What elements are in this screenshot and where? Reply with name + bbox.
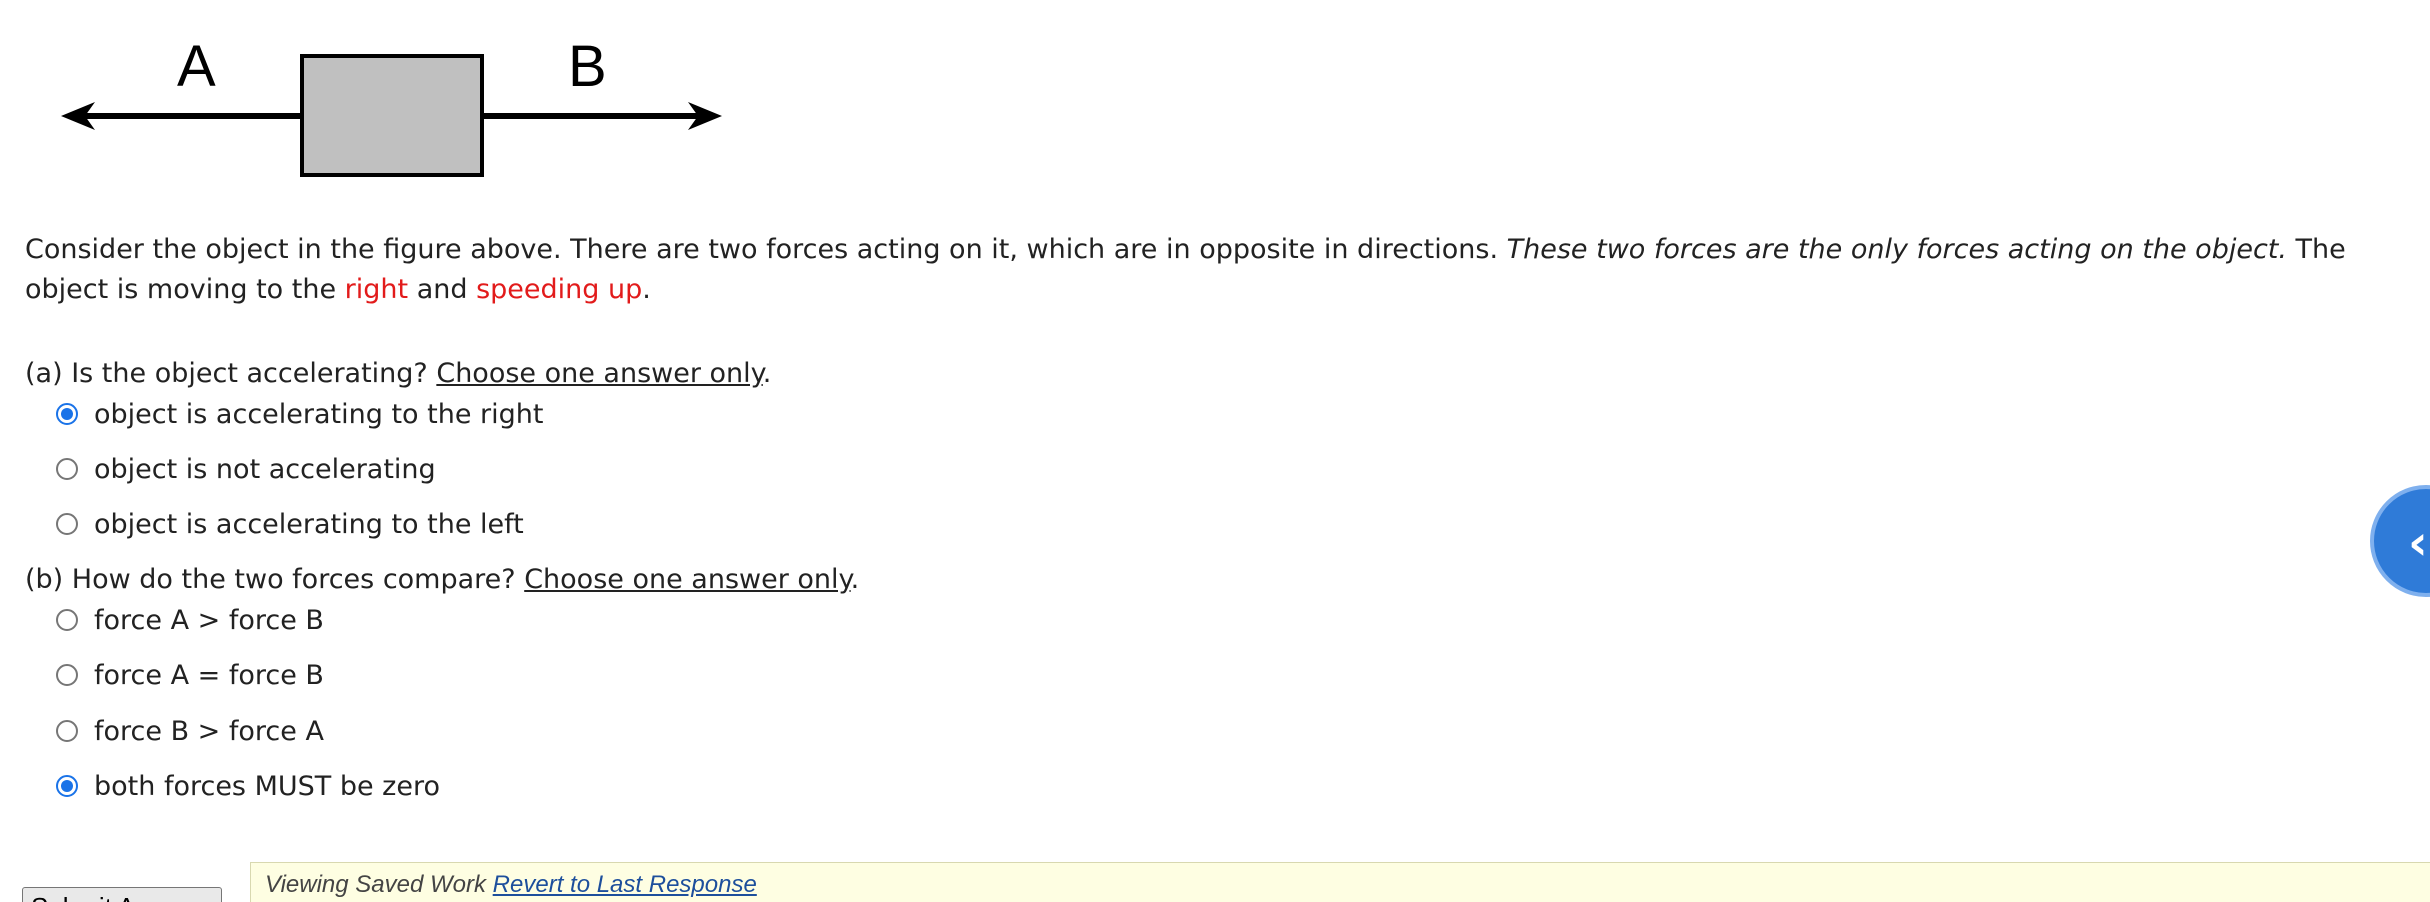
option-b-equal[interactable]: force A = force B (56, 655, 324, 695)
option-label: object is accelerating to the right (94, 398, 544, 430)
option-a-accelerating-right[interactable]: object is accelerating to the right (56, 394, 543, 434)
chevron-icon: ‹ (2408, 515, 2428, 571)
object-box (300, 54, 484, 177)
floating-help-button[interactable]: ‹ (2370, 485, 2430, 597)
saved-work-text: Viewing Saved Work (265, 871, 493, 898)
revert-link[interactable]: Revert to Last Response (493, 871, 757, 898)
label-force-a: A (177, 34, 216, 99)
statement-text-4: . (642, 274, 651, 305)
question-a-text: (a) Is the object accelerating? (25, 358, 437, 389)
option-label: both forces MUST be zero (94, 770, 440, 802)
saved-work-notice: Viewing Saved Work Revert to Last Respon… (250, 862, 2430, 902)
statement-italic: These two forces are the only forces act… (1506, 234, 2287, 265)
option-label: object is not accelerating (94, 453, 436, 485)
submit-answer-button[interactable]: Submit Answer (22, 887, 222, 902)
option-a-accelerating-left[interactable]: object is accelerating to the left (56, 504, 524, 544)
statement-text-1: Consider the object in the figure above.… (25, 234, 1507, 265)
question-a-suffix: . (762, 358, 772, 389)
question-b-suffix: . (850, 564, 860, 595)
radio-button[interactable] (56, 513, 78, 535)
force-diagram: A B (55, 30, 735, 190)
statement-highlight-right: right (344, 274, 409, 305)
question-b-prompt: (b) How do the two forces compare? Choos… (25, 560, 859, 600)
radio-button[interactable] (56, 609, 78, 631)
option-label: force A > force B (94, 604, 324, 636)
question-a-prompt: (a) Is the object accelerating? Choose o… (25, 354, 771, 394)
label-force-b: B (568, 34, 607, 99)
option-b-both-zero[interactable]: both forces MUST be zero (56, 766, 440, 806)
question-a-instruction: Choose one answer only (436, 358, 763, 389)
option-a-not-accelerating[interactable]: object is not accelerating (56, 449, 436, 489)
radio-button[interactable] (56, 775, 78, 797)
radio-button[interactable] (56, 664, 78, 686)
statement-highlight-speeding-up: speeding up (476, 274, 643, 305)
problem-statement: Consider the object in the figure above.… (25, 230, 2415, 310)
option-label: object is accelerating to the left (94, 508, 524, 540)
force-diagram-svg (61, 54, 722, 177)
radio-button[interactable] (56, 458, 78, 480)
option-label: force B > force A (94, 715, 324, 747)
radio-button[interactable] (56, 403, 78, 425)
question-b-text: (b) How do the two forces compare? (25, 564, 525, 595)
question-b-instruction: Choose one answer only (524, 564, 851, 595)
option-b-b-greater[interactable]: force B > force A (56, 711, 324, 751)
option-label: force A = force B (94, 659, 324, 691)
statement-text-3: and (408, 274, 477, 305)
option-b-a-greater[interactable]: force A > force B (56, 600, 324, 640)
radio-button[interactable] (56, 720, 78, 742)
